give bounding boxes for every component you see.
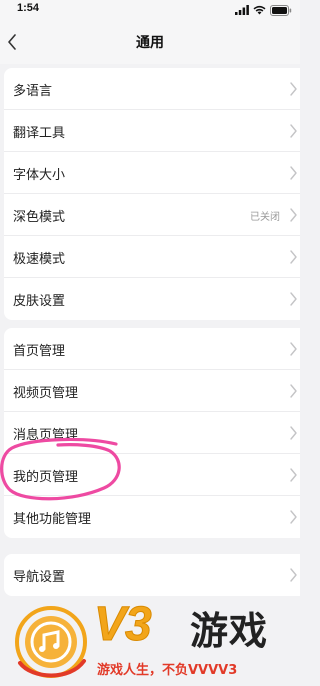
chevron-right-icon [290,384,297,398]
menu-item-translate-tool[interactable]: 翻译工具 [4,110,300,152]
menu-item-label: 多语言 [13,84,53,99]
menu-item-label: 其他功能管理 [13,512,92,527]
menu-item-label: 视频页管理 [13,386,79,401]
chevron-right-icon [290,426,297,440]
chevron-right-icon [290,124,297,138]
signal-icon [235,5,249,15]
chevron-right-icon [290,166,297,180]
menu-item-label: 消息页管理 [13,428,79,443]
menu-item-label: 我的页管理 [13,470,79,485]
chevron-right-icon [290,468,297,482]
chevron-right-icon [290,292,297,306]
watermark-brand-cn: 游戏 [190,609,269,653]
menu-item-skin-settings[interactable]: 皮肤设置 [4,278,300,320]
menu-item-font-size[interactable]: 字体大小 [4,152,300,194]
status-time: 1:54 [17,2,40,14]
menu-item-language[interactable]: 多语言 [4,68,300,110]
chevron-right-icon [290,510,297,524]
menu-item-navigation-settings[interactable]: 导航设置 [4,554,300,596]
menu-item-label: 极速模式 [13,252,66,267]
menu-item-video-page-management[interactable]: 视频页管理 [4,370,300,412]
chevron-right-icon [290,568,297,582]
menu-item-label: 翻译工具 [13,126,66,141]
watermark: V3 游戏 游戏人生，不负VVVV3 [12,597,300,686]
menu-item-dark-mode[interactable]: 深色模式 已关闭 [4,194,300,236]
menu-item-label: 首页管理 [13,344,66,359]
menu-item-label: 导航设置 [13,570,66,585]
settings-group-general: 多语言 翻译工具 字体大小 深色模式 已关闭 极速模式 皮肤设置 [4,68,300,320]
wifi-icon [253,5,266,15]
watermark-brand: V3 [94,598,153,652]
settings-group-navigation: 导航设置 [4,554,300,596]
settings-group-pages: 首页管理 视频页管理 消息页管理 我的页管理 其他功能管理 [4,328,300,538]
menu-item-label: 字体大小 [13,168,66,183]
nav-bar: 通用 [0,20,300,64]
menu-item-message-page-management[interactable]: 消息页管理 [4,412,300,454]
page-title: 通用 [136,35,164,51]
chevron-right-icon [290,342,297,356]
chevron-right-icon [290,82,297,96]
menu-item-speed-mode[interactable]: 极速模式 [4,236,300,278]
menu-item-home-page-management[interactable]: 首页管理 [4,328,300,370]
status-icons [235,4,292,16]
menu-item-my-page-management[interactable]: 我的页管理 [4,454,300,496]
chevron-right-icon [290,250,297,264]
watermark-slogan: 游戏人生，不负VVVV3 [97,663,238,678]
dark-mode-status: 已关闭 [250,212,280,223]
menu-item-other-feature-management[interactable]: 其他功能管理 [4,496,300,538]
chevron-right-icon [290,208,297,222]
watermark-logo-icon [15,606,87,678]
menu-item-label: 皮肤设置 [13,294,66,309]
battery-icon [270,4,292,16]
menu-item-label: 深色模式 [13,210,66,225]
status-bar: 1:54 [0,0,300,20]
